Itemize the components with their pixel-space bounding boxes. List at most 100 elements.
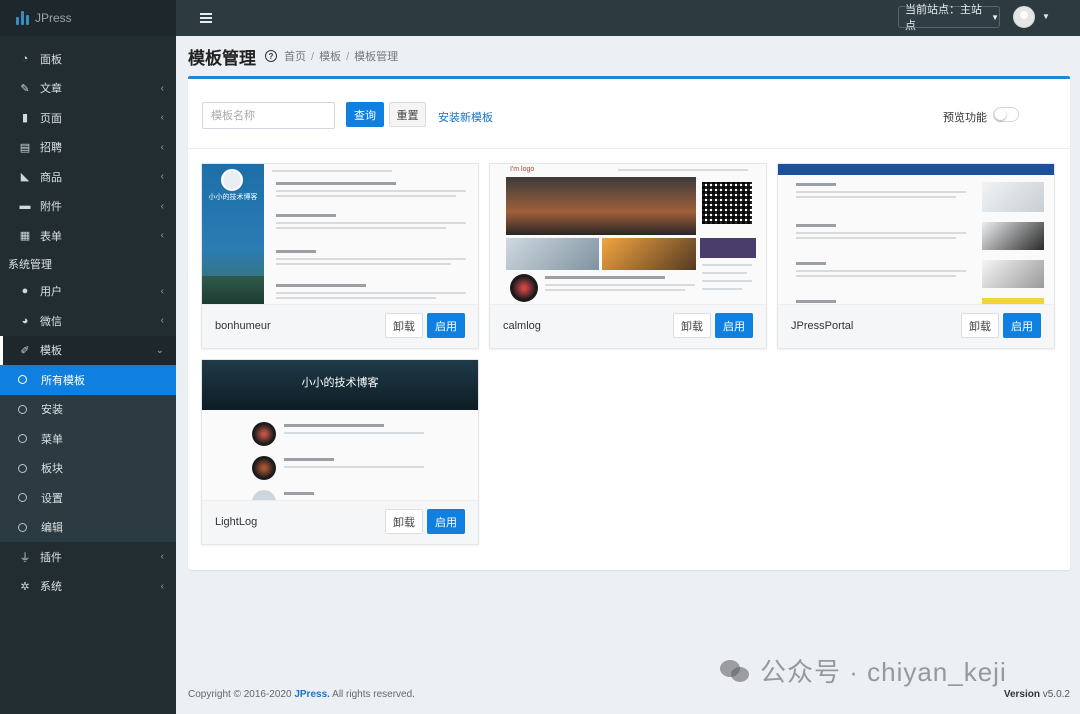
sidebar-item-template[interactable]: ✐ 模板 ⌄	[0, 335, 176, 365]
template-card-lightlog: 小小的技术博客 LightLog 卸载 启用	[201, 359, 479, 545]
template-thumbnail[interactable]	[778, 164, 1054, 305]
sidebar-section-header: 系统管理	[0, 250, 176, 277]
breadcrumb-template[interactable]: 模板	[319, 51, 341, 63]
template-card-jpressportal: JPressPortal 卸载 启用	[777, 163, 1055, 349]
footer-brand-link[interactable]: JPress.	[294, 689, 330, 700]
submenu-item-5[interactable]: 编辑	[0, 513, 176, 543]
watermark: 公众号 · chiyan_keji	[720, 652, 1007, 689]
submenu-item-3[interactable]: 板块	[0, 454, 176, 484]
submenu-item-label: 板块	[41, 463, 63, 476]
enable-button[interactable]: 启用	[427, 509, 465, 534]
sidebar-item-label: 表单	[40, 230, 62, 243]
template-name-input[interactable]	[202, 102, 335, 129]
sidebar-item-system-0[interactable]: ● 用户 ‹	[0, 277, 176, 307]
cog-icon: ✲	[20, 580, 30, 593]
template-name: bonhumeur	[215, 320, 271, 332]
calmlog-logo-text: I'm logo	[510, 166, 535, 173]
chevron-left-icon: ‹	[160, 315, 164, 327]
caret-down-icon: ▼	[991, 12, 999, 22]
chevron-left-icon: ‹	[160, 551, 164, 563]
uninstall-button[interactable]: 卸载	[673, 313, 711, 338]
circle-icon	[18, 404, 27, 414]
briefcase-icon: ▤	[19, 141, 31, 154]
sidebar-item-1[interactable]: ✎ 文章 ‹	[0, 74, 176, 104]
sidebar-item-4[interactable]: ◣ 商品 ‹	[0, 162, 176, 192]
chevron-down-icon: ⌄	[155, 344, 164, 356]
enable-button[interactable]: 启用	[715, 313, 753, 338]
breadcrumb-home[interactable]: 首页	[284, 51, 306, 63]
sidebar-item-0[interactable]: ◔ 面板	[0, 44, 176, 74]
reset-button[interactable]: 重置	[389, 102, 426, 127]
template-card-footer: JPressPortal 卸载 启用	[778, 305, 1054, 348]
sidebar-item-label: 附件	[40, 201, 62, 214]
dashboard-icon: ◔	[21, 52, 29, 65]
circle-icon	[18, 522, 27, 532]
submenu-item-2[interactable]: 菜单	[0, 424, 176, 454]
chevron-left-icon: ‹	[160, 580, 164, 592]
submenu-item-0[interactable]: 所有模板	[0, 365, 176, 395]
footer-version: Version v5.0.2	[1004, 689, 1070, 700]
sidebar-item-3[interactable]: ▤ 招聘 ‹	[0, 133, 176, 163]
template-card-footer: calmlog 卸载 启用	[490, 305, 766, 348]
sidebar-item-label: 微信	[40, 315, 62, 328]
chevron-left-icon: ‹	[160, 200, 164, 212]
table-icon: ▦	[19, 230, 31, 243]
chevron-left-icon: ‹	[160, 141, 164, 153]
brand[interactable]: JPress	[0, 0, 176, 36]
sidebar-item-label: 插件	[40, 551, 62, 564]
enable-button[interactable]: 启用	[427, 313, 465, 338]
sidebar-item-bottom-1[interactable]: ✲ 系统 ‹	[0, 572, 176, 602]
uninstall-button[interactable]: 卸载	[961, 313, 999, 338]
file-icon: ▮	[21, 112, 29, 125]
brand-name: JPress	[35, 11, 72, 25]
sidebar-item-label: 商品	[40, 171, 62, 184]
submenu-item-1[interactable]: 安装	[0, 395, 176, 425]
breadcrumb: 首页 / 模板 / 模板管理	[284, 51, 399, 63]
wechat-icon: ◕	[21, 314, 29, 327]
enable-button[interactable]: 启用	[1003, 313, 1041, 338]
watermark-text: 公众号 · chiyan_keji	[760, 657, 1007, 687]
sidebar-item-6[interactable]: ▦ 表单 ‹	[0, 221, 176, 251]
version-label: Version	[1003, 689, 1040, 700]
submenu-item-label: 设置	[41, 492, 63, 505]
template-thumbnail[interactable]: 小小的技术博客	[202, 360, 478, 501]
footer-copyright: Copyright © 2016-2020 JPress. All rights…	[188, 689, 415, 700]
avatar[interactable]	[1013, 6, 1035, 28]
plug-icon: ⏚	[19, 551, 31, 564]
template-thumbnail[interactable]: 小小的技术博客	[202, 164, 478, 305]
sidebar-item-bottom-0[interactable]: ⏚ 插件 ‹	[0, 542, 176, 572]
install-template-link[interactable]: 安装新模板	[438, 109, 493, 125]
preview-toggle[interactable]	[993, 107, 1019, 122]
template-box: 查询 重置 安装新模板 预览功能 小小的技术博客	[188, 76, 1070, 570]
sidebar: JPress ◔ 面板 ✎ 文章 ‹ ▮ 页面 ‹ ▤ 招聘 ‹ ◣ 商品 ‹ ▬ 附件 ‹ ▦ 表单 ‹ 系统管理 ● 用…	[0, 0, 176, 714]
template-submenu: 所有模板安装菜单板块设置编辑	[0, 365, 176, 542]
uninstall-button[interactable]: 卸载	[385, 509, 423, 534]
chevron-left-icon: ‹	[160, 171, 164, 183]
circle-icon	[18, 463, 27, 473]
submenu-item-4[interactable]: 设置	[0, 483, 176, 513]
breadcrumb-current: 模板管理	[354, 51, 399, 63]
copyright-prefix: Copyright © 2016-2020	[188, 689, 295, 700]
sidebar-item-2[interactable]: ▮ 页面 ‹	[0, 103, 176, 133]
template-thumbnail[interactable]: I'm logo	[490, 164, 766, 305]
copyright-suffix: All rights reserved.	[329, 689, 415, 700]
chevron-left-icon: ‹	[160, 285, 164, 297]
uninstall-button[interactable]: 卸载	[385, 313, 423, 338]
sidebar-item-label: 系统	[40, 581, 62, 594]
site-select[interactable]: 当前站点：主站点 ▼	[898, 4, 1000, 32]
sidebar-item-5[interactable]: ▬ 附件 ‹	[0, 192, 176, 222]
template-card-footer: LightLog 卸载 启用	[202, 501, 478, 544]
query-button[interactable]: 查询	[346, 102, 384, 127]
menu-toggle-icon[interactable]	[200, 13, 212, 23]
chevron-left-icon: ‹	[160, 112, 164, 124]
page-header: 模板管理 ? 首页 / 模板 / 模板管理	[188, 44, 398, 68]
submenu-item-label: 安装	[41, 404, 63, 417]
chevron-left-icon: ‹	[160, 82, 164, 94]
help-icon[interactable]: ?	[265, 50, 277, 62]
template-card-calmlog: I'm logo calmlog 卸载 启用	[489, 163, 767, 349]
template-name: calmlog	[503, 320, 541, 332]
sidebar-item-system-1[interactable]: ◕ 微信 ‹	[0, 306, 176, 336]
page-title: 模板管理	[188, 48, 256, 68]
blog-title-text: 小小的技术博客	[301, 377, 379, 389]
avatar-caret-icon[interactable]: ▼	[1042, 12, 1050, 21]
